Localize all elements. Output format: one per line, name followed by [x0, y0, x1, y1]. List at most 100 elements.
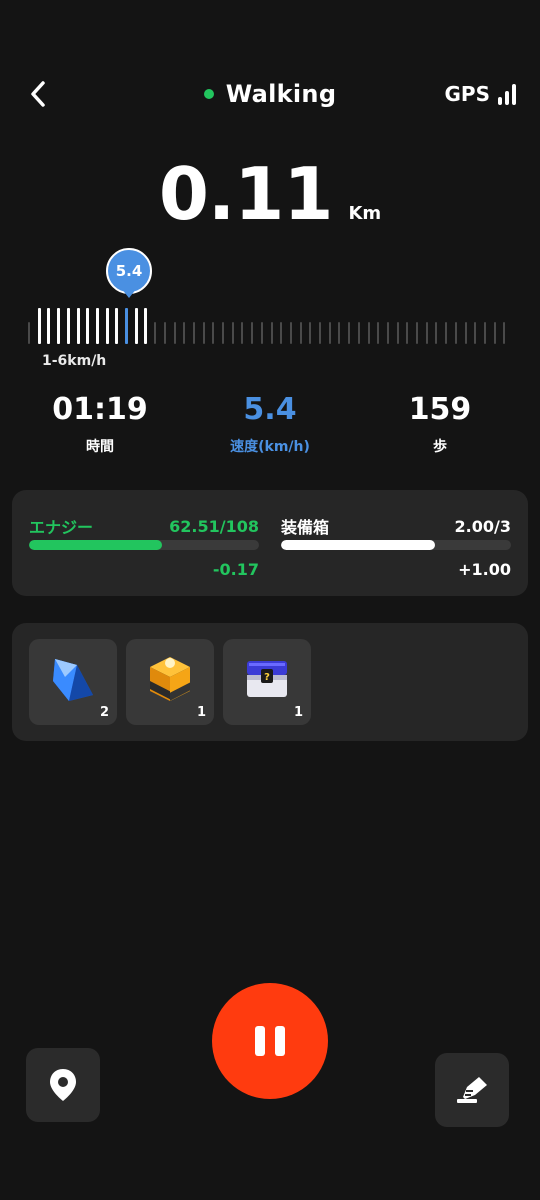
speed-tick	[86, 308, 90, 344]
speed-tick	[202, 322, 205, 344]
speed-tick	[357, 322, 360, 344]
speed-tick	[37, 308, 41, 344]
speed-tick	[66, 308, 70, 344]
time-value: 01:19	[52, 392, 148, 427]
speed-tick	[328, 322, 331, 344]
speed-gauge	[28, 306, 512, 344]
signal-bars-icon	[498, 83, 516, 105]
activity-title: Walking	[225, 80, 337, 108]
speed-range-label: 1-6km/h	[42, 353, 107, 369]
item-slot-orange-box[interactable]: 1	[126, 639, 214, 725]
orange-lootbox-icon	[150, 657, 190, 701]
speed-tick	[435, 322, 438, 344]
speed-marker-tick	[125, 308, 128, 344]
speed-tick	[493, 322, 496, 344]
speed-tick	[270, 322, 273, 344]
speed-tick	[115, 308, 119, 344]
speed-tick	[454, 322, 457, 344]
equipment-value: 2.00/3	[454, 516, 511, 536]
speed-value: 5.4	[243, 392, 297, 427]
location-pin-icon	[50, 1069, 76, 1101]
resource-card: エナジー 62.51/108 -0.17 装備箱 2.00/3 +1.00	[12, 490, 528, 596]
speed-tick	[483, 322, 486, 344]
energy-bar	[29, 540, 259, 550]
pause-icon	[275, 1026, 285, 1056]
energy-bar-fill	[29, 540, 163, 550]
stat-time: 01:19 時間	[10, 392, 190, 456]
speed-tick	[251, 322, 254, 344]
speed-tick	[173, 322, 176, 344]
blue-crystal-icon	[53, 659, 93, 701]
speed-tick	[445, 322, 448, 344]
speed-tick	[144, 308, 148, 344]
speed-tick	[425, 322, 428, 344]
distance-display: 0.11 Km	[0, 158, 540, 230]
speed-tick	[348, 322, 351, 344]
speed-tick	[76, 308, 80, 344]
time-label: 時間	[86, 439, 114, 455]
speed-tick	[47, 308, 51, 344]
equipment-label: 装備箱	[281, 518, 330, 537]
edit-button[interactable]	[435, 1053, 509, 1127]
energy-row: エナジー 62.51/108	[29, 514, 259, 538]
speed-tick	[28, 322, 30, 344]
speed-tick	[319, 322, 321, 344]
speed-tick	[280, 322, 283, 344]
speed-tick	[338, 322, 341, 344]
speed-tick	[192, 322, 195, 344]
speed-tick	[299, 322, 302, 344]
speed-tick	[134, 308, 138, 344]
equipment-delta: +1.00	[458, 560, 511, 579]
speed-tick	[183, 322, 186, 344]
speed-bubble-tail	[121, 288, 137, 298]
edit-icon	[457, 1077, 487, 1103]
pause-button[interactable]	[212, 983, 328, 1099]
speed-tick	[231, 322, 234, 344]
speed-tick	[260, 322, 263, 344]
equipment-bar	[281, 540, 511, 550]
gps-indicator: GPS	[445, 78, 516, 110]
item-count: 1	[196, 705, 206, 720]
speed-label: 速度(km/h)	[230, 439, 310, 455]
speed-tick	[163, 322, 166, 344]
steps-value: 159	[408, 392, 472, 427]
speed-tick	[309, 322, 312, 344]
equipment-row: 装備箱 2.00/3	[281, 514, 511, 538]
speed-tick	[474, 322, 477, 344]
map-button[interactable]	[26, 1048, 100, 1122]
speed-tick	[396, 322, 399, 344]
item-count: 2	[99, 705, 109, 720]
speed-tick	[57, 308, 61, 344]
stat-speed: 5.4 速度(km/h)	[180, 392, 360, 456]
speed-tick	[241, 322, 244, 344]
item-slot-mystery-chest[interactable]: ? 1	[223, 639, 311, 725]
energy-delta: -0.17	[212, 560, 259, 579]
equipment-bar-fill	[281, 540, 436, 550]
speed-tick	[95, 308, 99, 344]
items-card: 2 1 ? 1	[12, 623, 528, 741]
speed-tick	[464, 322, 467, 344]
pause-icon	[255, 1026, 265, 1056]
speed-tick	[416, 322, 418, 344]
speed-tick	[503, 322, 506, 344]
svg-text:?: ?	[264, 672, 270, 683]
speed-tick	[154, 322, 157, 344]
item-count: 1	[293, 705, 303, 720]
speed-tick	[377, 322, 380, 344]
speed-tick	[386, 322, 389, 344]
distance-unit: Km	[348, 203, 382, 224]
speed-tick	[222, 322, 224, 344]
item-slot-crystal[interactable]: 2	[29, 639, 117, 725]
speed-tick	[289, 322, 292, 344]
stat-steps: 159 歩	[350, 392, 530, 456]
distance-value: 0.11	[158, 152, 334, 236]
speed-tick	[212, 322, 215, 344]
mystery-chest-icon: ?	[247, 661, 287, 697]
steps-label: 歩	[433, 439, 447, 455]
speed-tick	[406, 322, 409, 344]
status-dot	[203, 89, 214, 99]
energy-label: エナジー	[29, 518, 94, 537]
gps-label: GPS	[444, 82, 490, 106]
speed-tick	[105, 308, 109, 344]
energy-value: 62.51/108	[169, 516, 259, 536]
